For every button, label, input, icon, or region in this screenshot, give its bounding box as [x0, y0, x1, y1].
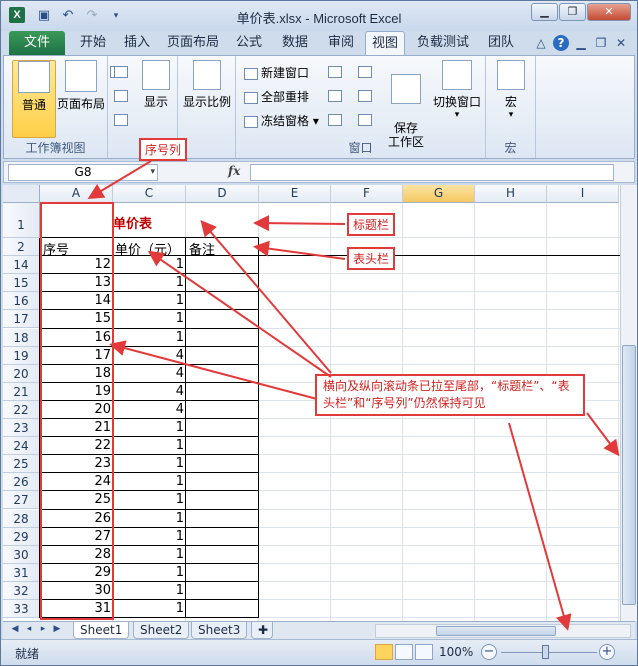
arrow-note-to-header — [147, 250, 332, 378]
arrow-note-to-title — [200, 219, 332, 374]
arrow-seq-col — [87, 160, 152, 200]
arrow-title-bar — [253, 215, 346, 232]
annotation-arrows — [87, 160, 620, 631]
arrow-vertical-scroll — [586, 412, 620, 457]
arrow-horizontal-scroll — [508, 422, 572, 631]
excel-window: X ▣ ↶ ↷ ▾ 单价表.xlsx - Microsoft Excel ▁ ❐… — [0, 0, 638, 666]
arrow-note-to-seq — [109, 340, 318, 400]
arrow-header-bar — [253, 240, 346, 260]
